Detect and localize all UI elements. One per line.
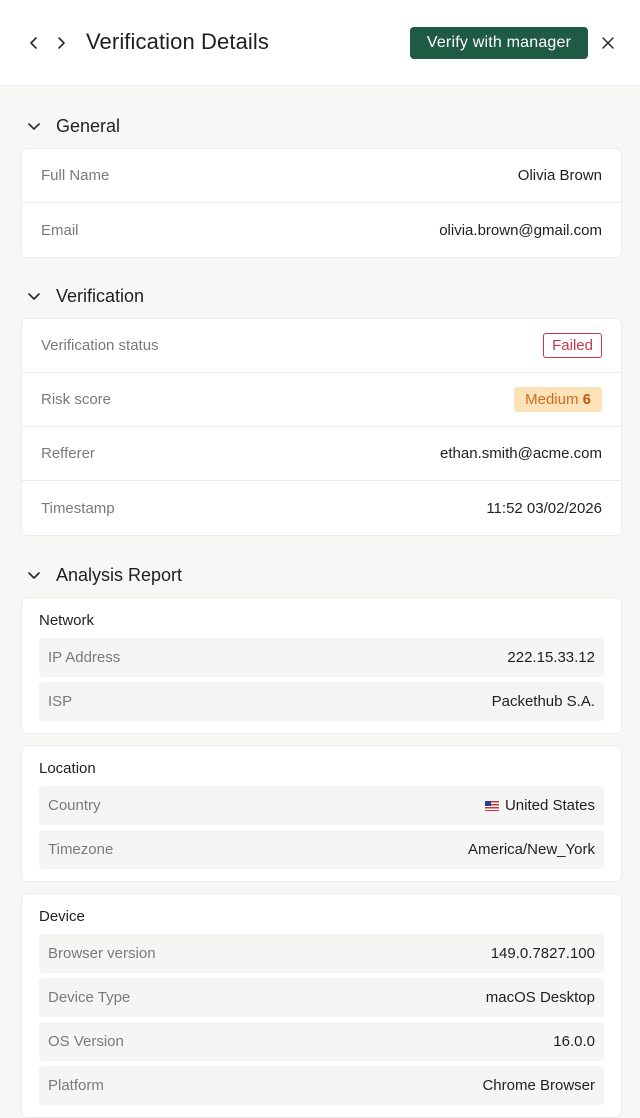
status-badge: Failed [543, 333, 602, 358]
row-label: Browser version [48, 945, 156, 962]
row-value: 11:52 03/02/2026 [486, 499, 602, 517]
row-value: United States [484, 797, 595, 814]
general-card: Full Name Olivia Brown Email olivia.brow… [21, 148, 622, 258]
detail-row: Refferer ethan.smith@acme.com [22, 427, 621, 481]
close-button[interactable] [598, 33, 618, 53]
device-card: Device Browser version 149.0.7827.100 De… [21, 893, 622, 1118]
verification-card: Verification status Failed Risk score Me… [21, 318, 622, 536]
row-label: Timezone [48, 841, 114, 858]
detail-row: Device Type macOS Desktop [39, 978, 604, 1017]
risk-score: 6 [582, 391, 591, 408]
row-label: Country [48, 797, 101, 814]
row-value: Chrome Browser [482, 1077, 595, 1094]
row-value: 222.15.33.12 [507, 649, 595, 666]
detail-row: Timezone America/New_York [39, 830, 604, 869]
detail-row: ISP Packethub S.A. [39, 682, 604, 721]
page-title: Verification Details [86, 29, 269, 54]
row-label: Timestamp [41, 499, 115, 517]
row-value: Packethub S.A. [491, 693, 595, 710]
detail-row: Risk score Medium 6 [22, 373, 621, 427]
location-card: Location Country United States Timezone … [21, 745, 622, 882]
row-label: ISP [48, 693, 73, 710]
chevron-down-icon [28, 572, 40, 579]
network-card: Network IP Address 222.15.33.12 ISP Pack… [21, 597, 622, 734]
section-title: Analysis Report [56, 564, 183, 585]
row-label: Device Type [48, 989, 131, 1006]
detail-row: Full Name Olivia Brown [22, 149, 621, 203]
row-label: OS Version [48, 1033, 124, 1050]
previous-button[interactable] [24, 30, 44, 56]
row-label: Platform [48, 1077, 104, 1094]
panel-header: Verification Details Verify with manager [0, 0, 640, 86]
row-label: Full Name [41, 167, 110, 184]
chevron-right-icon [58, 37, 65, 49]
section-title: General [56, 115, 121, 136]
row-value: 149.0.7827.100 [490, 945, 595, 962]
chevron-left-icon [30, 37, 37, 49]
row-value: 16.0.0 [553, 1033, 595, 1050]
risk-badge: Medium 6 [514, 387, 602, 412]
close-icon [602, 37, 614, 49]
row-value: America/New_York [468, 841, 595, 858]
row-value: ethan.smith@acme.com [440, 445, 602, 462]
section-title: Verification [56, 285, 145, 306]
detail-row: Platform Chrome Browser [39, 1066, 604, 1105]
country-name: United States [504, 797, 595, 814]
detail-row: Email olivia.brown@gmail.com [22, 203, 621, 257]
next-button[interactable] [51, 30, 71, 56]
section-toggle-general[interactable]: General [22, 114, 120, 138]
row-value: Olivia Brown [517, 167, 602, 184]
row-label: Verification status [41, 337, 159, 354]
row-value: olivia.brown@gmail.com [439, 221, 602, 239]
risk-level: Medium [525, 391, 579, 408]
chevron-down-icon [28, 123, 40, 130]
row-label: Email [41, 221, 79, 239]
subsection-title: Location [39, 760, 96, 777]
chevron-down-icon [28, 293, 40, 300]
detail-row: Timestamp 11:52 03/02/2026 [22, 481, 621, 535]
row-label: IP Address [48, 649, 121, 666]
subsection-title: Network [39, 612, 95, 629]
detail-row: Verification status Failed [22, 319, 621, 373]
section-toggle-verification[interactable]: Verification [22, 284, 144, 308]
row-label: Risk score [41, 391, 112, 408]
detail-row: Country United States [39, 786, 604, 825]
row-label: Refferer [41, 445, 95, 462]
detail-row: Browser version 149.0.7827.100 [39, 934, 604, 973]
us-flag-icon [484, 800, 499, 811]
section-toggle-analysis-report[interactable]: Analysis Report [22, 563, 182, 587]
detail-row: IP Address 222.15.33.12 [39, 638, 604, 677]
row-value: macOS Desktop [485, 989, 595, 1006]
subsection-title: Device [39, 908, 85, 925]
verify-with-manager-button[interactable]: Verify with manager [410, 27, 588, 59]
detail-row: OS Version 16.0.0 [39, 1022, 604, 1061]
